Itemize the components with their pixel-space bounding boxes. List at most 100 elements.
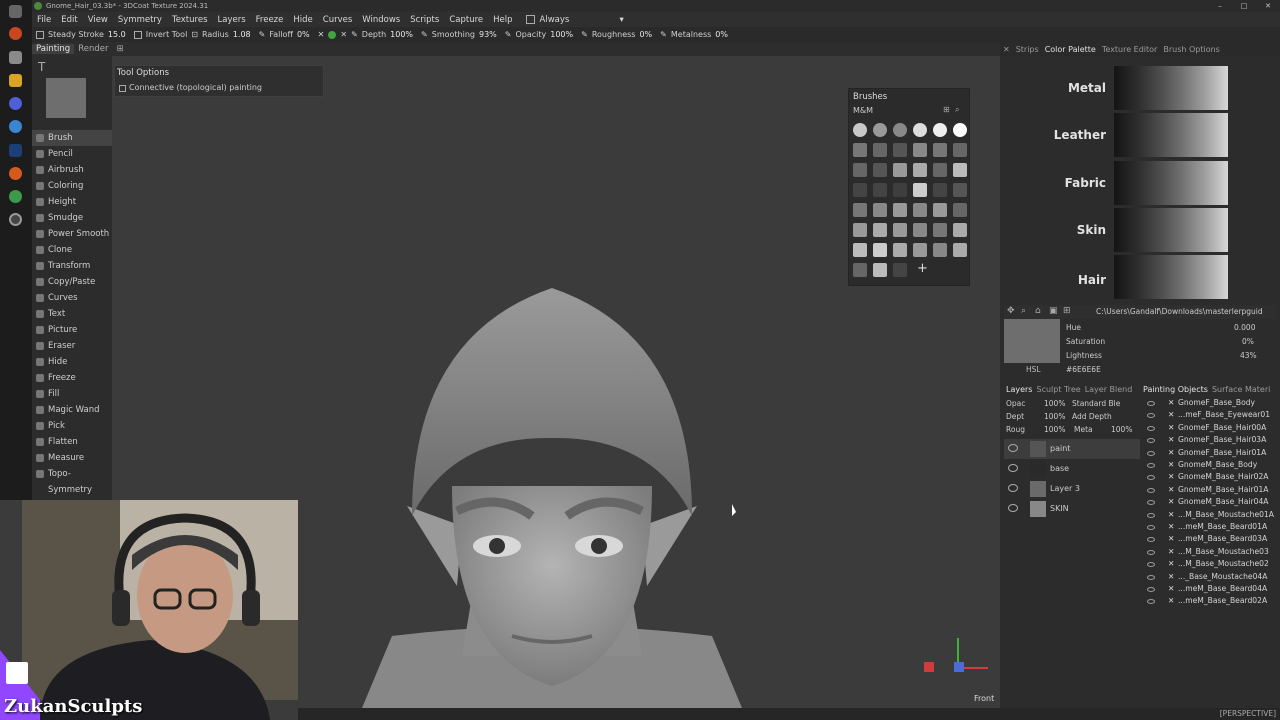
roughness-value[interactable]: 0%	[639, 30, 652, 39]
eye-icon[interactable]	[1008, 504, 1018, 512]
obs-icon[interactable]	[9, 213, 22, 226]
brush-preset[interactable]	[913, 163, 927, 177]
object-row[interactable]: ✕ GnomeF_Base_Body	[1141, 398, 1280, 410]
brush-preset[interactable]	[893, 223, 907, 237]
tool-copy-paste[interactable]: Copy/Paste	[32, 274, 112, 290]
layer-row[interactable]: paint	[1004, 439, 1140, 459]
image-icon[interactable]: ▣	[1049, 306, 1058, 316]
tool-picture[interactable]: Picture	[32, 322, 112, 338]
eye-icon[interactable]	[1147, 512, 1155, 518]
palette-row-hair[interactable]: Hair	[1004, 255, 1274, 301]
metalness-value[interactable]: 100%	[1111, 425, 1132, 434]
folder-icon[interactable]	[9, 51, 22, 64]
brush-preset[interactable]	[853, 203, 867, 217]
brush-preset[interactable]	[953, 243, 967, 257]
menu-windows[interactable]: Windows	[357, 15, 405, 25]
smoothing-value[interactable]: 93%	[479, 30, 497, 39]
always-dropdown[interactable]: Always	[535, 15, 615, 25]
move-icon[interactable]: ✥	[1007, 306, 1015, 316]
brush-preset[interactable]	[953, 163, 967, 177]
discord-icon[interactable]	[9, 97, 22, 110]
brush-preset[interactable]	[913, 203, 927, 217]
brush-preset[interactable]	[913, 143, 927, 157]
metalness-value[interactable]: 0%	[715, 30, 728, 39]
brush-preset[interactable]	[933, 123, 947, 137]
current-color-swatch[interactable]	[1004, 319, 1060, 363]
menu-hide[interactable]: Hide	[288, 15, 317, 25]
brush-preset[interactable]	[933, 203, 947, 217]
invert-tool-checkbox[interactable]	[133, 30, 142, 39]
tab-strips[interactable]: Strips	[1013, 45, 1042, 54]
depth-value[interactable]: 100%	[1044, 412, 1065, 421]
menu-layers[interactable]: Layers	[213, 15, 251, 25]
eye-icon[interactable]	[1147, 450, 1155, 456]
close-x-icon[interactable]: ✕	[1168, 584, 1174, 593]
object-row[interactable]: ✕ ...meM_Base_Beard04A	[1141, 584, 1280, 596]
close-x-icon[interactable]: ✕	[1168, 572, 1174, 581]
minimize-button[interactable]: –	[1208, 0, 1232, 12]
tool-text[interactable]: Text	[32, 306, 112, 322]
close-x-icon[interactable]: ✕	[340, 30, 347, 39]
tool-measure[interactable]: Measure	[32, 450, 112, 466]
object-row[interactable]: ✕ ...M_Base_Moustache03	[1141, 547, 1280, 559]
add-room-icon[interactable]: ⊞	[112, 44, 127, 54]
menu-freeze[interactable]: Freeze	[251, 15, 289, 25]
brush-preset[interactable]	[873, 163, 887, 177]
object-row[interactable]: ✕ ..._Base_Moustache04A	[1141, 572, 1280, 584]
object-row[interactable]: ✕ GnomeF_Base_Hair00A	[1141, 423, 1280, 435]
brush-preset[interactable]	[893, 203, 907, 217]
brush-preset[interactable]	[873, 223, 887, 237]
palette-path[interactable]: C:\Users\Gandalf\Downloads\masterlerpgui…	[1096, 307, 1268, 316]
tool-brush[interactable]: Brush	[32, 130, 112, 146]
grid-icon[interactable]: ⊞	[1063, 306, 1071, 316]
connective-checkbox[interactable]	[119, 85, 126, 92]
eye-icon[interactable]	[1147, 487, 1155, 493]
close-x-icon[interactable]: ✕	[1168, 460, 1174, 469]
saturation-value[interactable]: 0%	[1242, 337, 1254, 346]
brush-preset[interactable]	[853, 223, 867, 237]
brush-preset[interactable]	[893, 163, 907, 177]
layer-row[interactable]: SKIN	[1004, 499, 1140, 519]
object-row[interactable]: ✕ ...M_Base_Moustache01A	[1141, 510, 1280, 522]
notes-icon[interactable]	[9, 74, 22, 87]
blender-icon[interactable]	[9, 167, 22, 180]
close-x-icon[interactable]: ✕	[1168, 559, 1174, 568]
tab-sculpt-tree[interactable]: Sculpt Tree	[1034, 385, 1082, 394]
tool-airbrush[interactable]: Airbrush	[32, 162, 112, 178]
eye-icon[interactable]	[1147, 562, 1155, 568]
palette-row-skin[interactable]: Skin	[1004, 208, 1274, 254]
brush-preset[interactable]	[853, 143, 867, 157]
palette-gradient[interactable]	[1114, 208, 1228, 252]
tool-power-smooth[interactable]: Power Smooth	[32, 226, 112, 242]
object-row[interactable]: ✕ GnomeM_Base_Hair04A	[1141, 497, 1280, 509]
brush-preset[interactable]	[933, 183, 947, 197]
close-x-icon[interactable]: ✕	[1168, 423, 1174, 432]
object-row[interactable]: ✕ ...M_Base_Moustache02	[1141, 559, 1280, 571]
green-dot-icon[interactable]	[328, 30, 337, 39]
tool-coloring[interactable]: Coloring	[32, 178, 112, 194]
eye-icon[interactable]	[1147, 599, 1155, 605]
object-row[interactable]: ✕ ...meM_Base_Beard02A	[1141, 596, 1280, 608]
tool-transform[interactable]: Transform	[32, 258, 112, 274]
menu-curves[interactable]: Curves	[318, 15, 358, 25]
color-mode-label[interactable]: HSL	[1026, 365, 1041, 374]
brush-preset[interactable]	[893, 243, 907, 257]
brush-preset[interactable]	[933, 143, 947, 157]
tab-painting-objects[interactable]: Painting Objects	[1141, 385, 1210, 394]
tool-freeze[interactable]: Freeze	[32, 370, 112, 386]
menu-scripts[interactable]: Scripts	[405, 15, 444, 25]
tool-pick[interactable]: Pick	[32, 418, 112, 434]
eye-icon[interactable]	[1147, 463, 1155, 468]
eye-icon[interactable]	[1147, 525, 1155, 530]
steady-stroke-value[interactable]: 15.0	[108, 30, 126, 39]
brush-preset[interactable]	[873, 143, 887, 157]
tab-texture-editor[interactable]: Texture Editor	[1099, 45, 1161, 54]
close-x-icon[interactable]: ✕	[1168, 497, 1174, 506]
add-brush-plus-icon[interactable]: +	[917, 261, 928, 276]
brush-set-dropdown[interactable]: M&M	[853, 106, 873, 115]
close-x-icon[interactable]: ✕	[1168, 410, 1174, 419]
palette-row-leather[interactable]: Leather	[1004, 113, 1274, 159]
object-row[interactable]: ✕ GnomeF_Base_Hair03A	[1141, 435, 1280, 447]
brush-preset[interactable]	[853, 163, 867, 177]
clear-x-icon[interactable]: ✕	[318, 30, 325, 39]
